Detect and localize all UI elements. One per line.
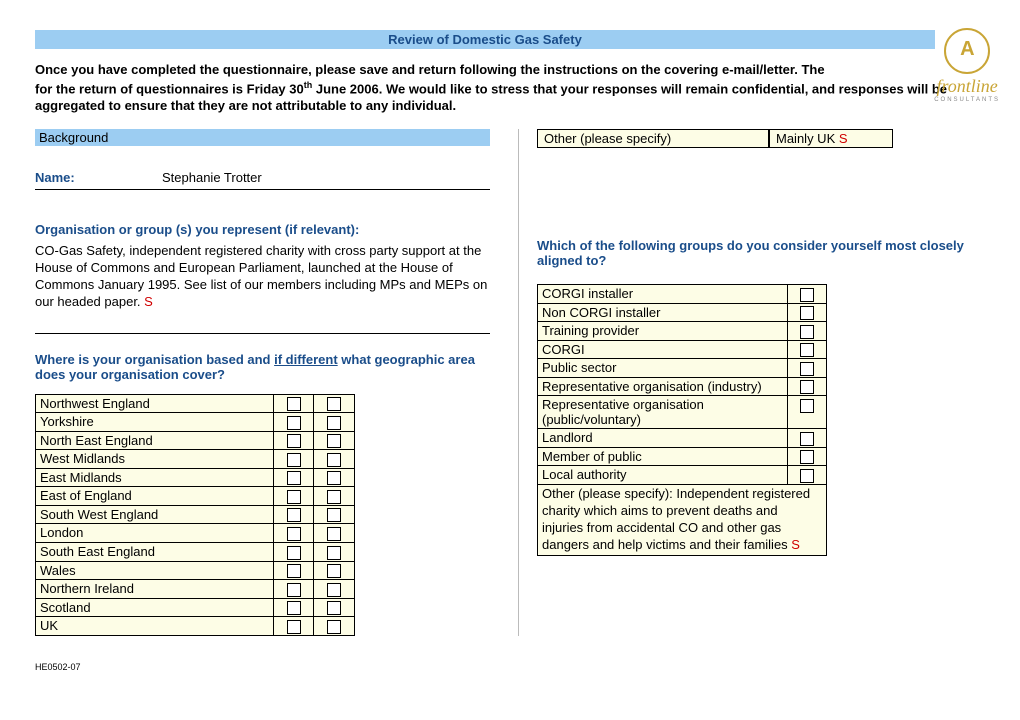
checkbox[interactable] xyxy=(327,471,341,485)
table-row: CORGI xyxy=(538,340,827,359)
checkbox[interactable] xyxy=(327,508,341,522)
background-heading: Background xyxy=(35,129,490,146)
table-row: Member of public xyxy=(538,447,827,466)
name-value: Stephanie Trotter xyxy=(162,170,262,185)
table-row: Representative organisation (public/volu… xyxy=(538,396,827,429)
group-label: Member of public xyxy=(538,447,788,466)
region-label: Scotland xyxy=(36,598,274,617)
checkbox[interactable] xyxy=(327,546,341,560)
checkbox[interactable] xyxy=(800,469,814,483)
group-label: Training provider xyxy=(538,322,788,341)
checkbox[interactable] xyxy=(287,601,301,615)
organisation-question: Organisation or group (s) you represent … xyxy=(35,222,490,237)
table-row: Northwest England xyxy=(36,394,355,413)
brand-logo: frontline CONSULTANTS xyxy=(934,28,1000,103)
checkbox[interactable] xyxy=(327,434,341,448)
group-other: Other (please specify): Independent regi… xyxy=(538,485,827,556)
checkbox[interactable] xyxy=(800,450,814,464)
table-row: West Midlands xyxy=(36,450,355,469)
table-row: London xyxy=(36,524,355,543)
group-label: CORGI xyxy=(538,340,788,359)
checkbox[interactable] xyxy=(287,620,301,634)
table-row: Yorkshire xyxy=(36,413,355,432)
table-row: South East England xyxy=(36,543,355,562)
group-label: Public sector xyxy=(538,359,788,378)
intro-text: Once you have completed the questionnair… xyxy=(35,61,955,115)
table-row: South West England xyxy=(36,505,355,524)
checkbox[interactable] xyxy=(327,397,341,411)
checkbox[interactable] xyxy=(287,583,301,597)
table-row: North East England xyxy=(36,431,355,450)
footer-code: HE0502-07 xyxy=(35,662,985,672)
group-label: Landlord xyxy=(538,429,788,448)
table-row: Local authority xyxy=(538,466,827,485)
alignment-question: Which of the following groups do you con… xyxy=(537,238,977,268)
table-row: Landlord xyxy=(538,429,827,448)
group-label: Representative organisation (industry) xyxy=(538,377,788,396)
checkbox[interactable] xyxy=(327,490,341,504)
table-row: Training provider xyxy=(538,322,827,341)
region-label: Northern Ireland xyxy=(36,580,274,599)
checkbox[interactable] xyxy=(327,527,341,541)
checkbox[interactable] xyxy=(287,508,301,522)
checkbox[interactable] xyxy=(327,564,341,578)
checkbox[interactable] xyxy=(800,306,814,320)
region-label: North East England xyxy=(36,431,274,450)
checkbox[interactable] xyxy=(287,434,301,448)
table-row: Non CORGI installer xyxy=(538,303,827,322)
group-label: Local authority xyxy=(538,466,788,485)
checkbox[interactable] xyxy=(800,432,814,446)
table-row: Scotland xyxy=(36,598,355,617)
checkbox[interactable] xyxy=(287,397,301,411)
group-label: Representative organisation (public/volu… xyxy=(538,396,788,429)
table-row: Representative organisation (industry) xyxy=(538,377,827,396)
table-row: East of England xyxy=(36,487,355,506)
checkbox[interactable] xyxy=(287,527,301,541)
table-row: East Midlands xyxy=(36,468,355,487)
region-label: London xyxy=(36,524,274,543)
table-row: Public sector xyxy=(538,359,827,378)
regions-table: Northwest EnglandYorkshireNorth East Eng… xyxy=(35,394,355,636)
region-label: Wales xyxy=(36,561,274,580)
checkbox[interactable] xyxy=(327,620,341,634)
checkbox[interactable] xyxy=(800,362,814,376)
checkbox[interactable] xyxy=(800,399,814,413)
region-label: East Midlands xyxy=(36,468,274,487)
table-row: CORGI installer xyxy=(538,284,827,303)
region-label: UK xyxy=(36,617,274,636)
region-label: South East England xyxy=(36,543,274,562)
checkbox[interactable] xyxy=(287,546,301,560)
geography-question: Where is your organisation based and if … xyxy=(35,352,490,382)
group-label: CORGI installer xyxy=(538,284,788,303)
checkbox[interactable] xyxy=(287,490,301,504)
checkbox[interactable] xyxy=(287,471,301,485)
region-label: East of England xyxy=(36,487,274,506)
region-label: South West England xyxy=(36,505,274,524)
region-label: Northwest England xyxy=(36,394,274,413)
table-row: UK xyxy=(36,617,355,636)
checkbox[interactable] xyxy=(800,343,814,357)
group-label: Non CORGI installer xyxy=(538,303,788,322)
checkbox[interactable] xyxy=(327,601,341,615)
checkbox[interactable] xyxy=(327,453,341,467)
page-title: Review of Domestic Gas Safety xyxy=(35,30,935,49)
other-specify-row: Other (please specify) Mainly UK S xyxy=(537,129,977,148)
checkbox[interactable] xyxy=(327,583,341,597)
checkbox[interactable] xyxy=(287,416,301,430)
table-row: Other (please specify): Independent regi… xyxy=(538,485,827,556)
checkbox[interactable] xyxy=(800,325,814,339)
checkbox[interactable] xyxy=(287,564,301,578)
checkbox[interactable] xyxy=(287,453,301,467)
table-row: Northern Ireland xyxy=(36,580,355,599)
name-label: Name: xyxy=(35,170,75,185)
organisation-answer: CO-Gas Safety, independent registered ch… xyxy=(35,243,490,311)
checkbox[interactable] xyxy=(800,288,814,302)
checkbox[interactable] xyxy=(800,380,814,394)
table-row: Wales xyxy=(36,561,355,580)
groups-table: CORGI installerNon CORGI installerTraini… xyxy=(537,284,827,556)
region-label: Yorkshire xyxy=(36,413,274,432)
checkbox[interactable] xyxy=(327,416,341,430)
region-label: West Midlands xyxy=(36,450,274,469)
